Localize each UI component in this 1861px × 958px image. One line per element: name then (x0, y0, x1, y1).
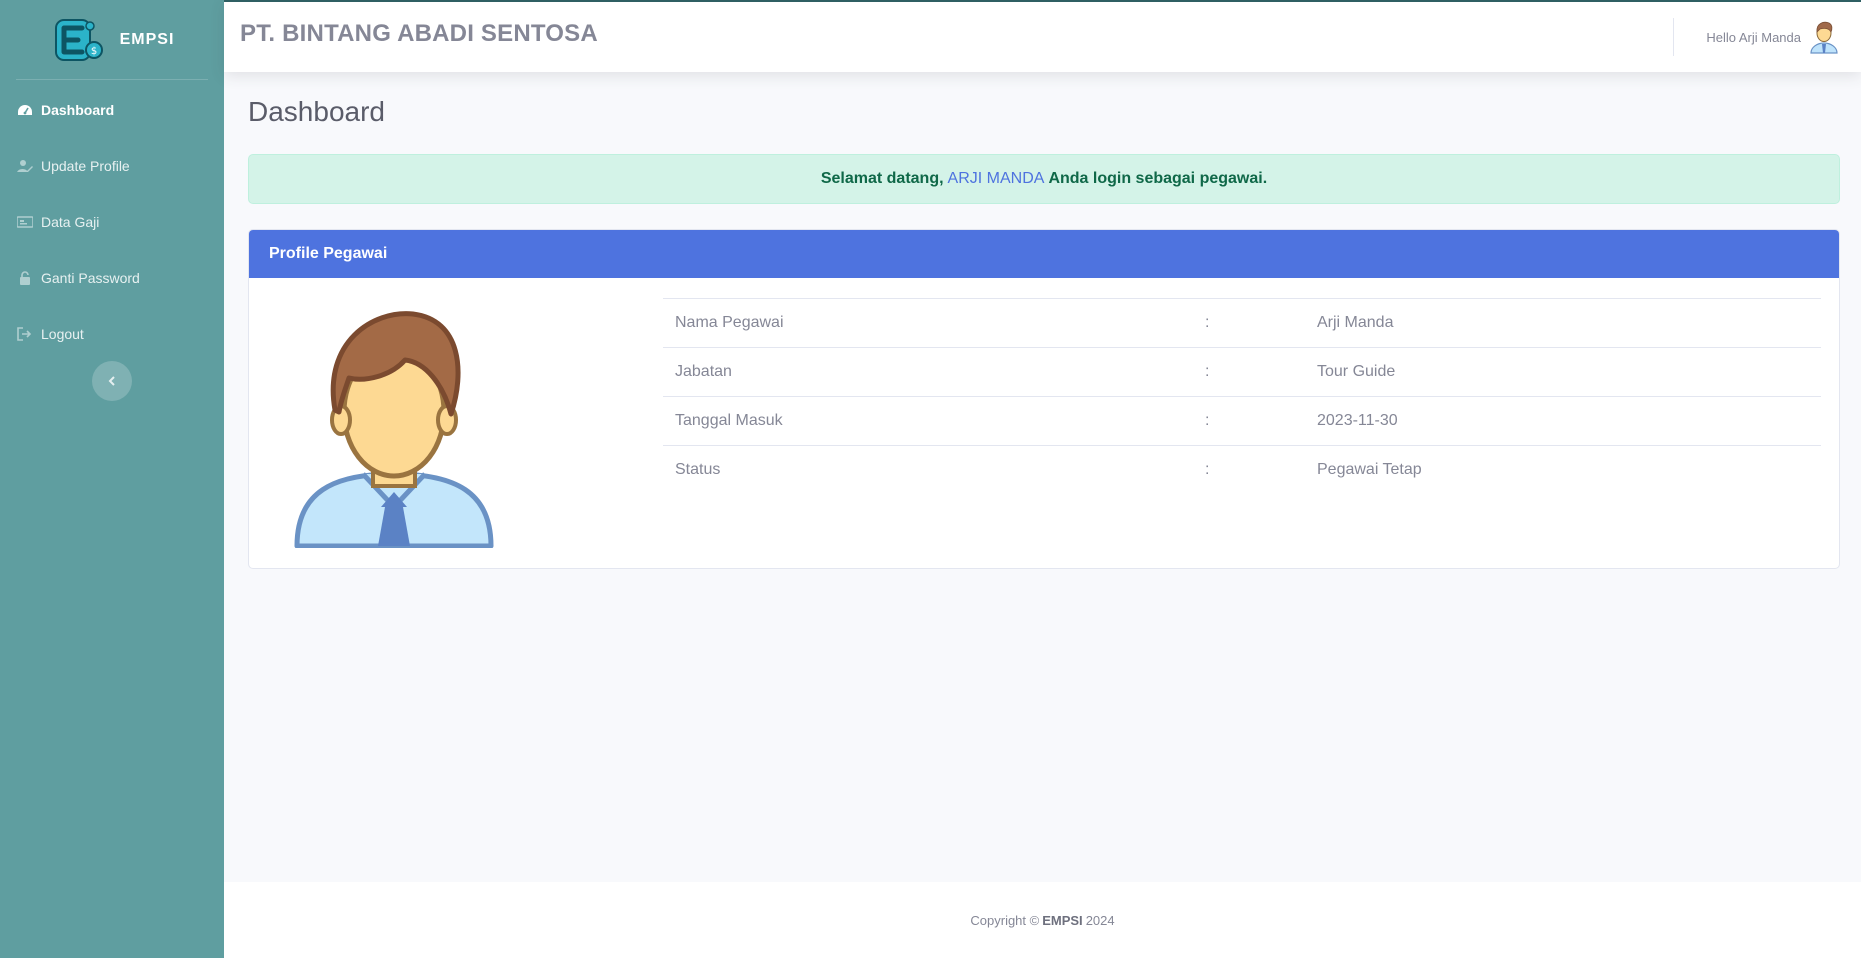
money-icon (16, 215, 34, 229)
avatar (1810, 21, 1838, 54)
sidebar-item-ganti-password[interactable]: Ganti Password (0, 250, 224, 306)
table-row: Jabatan : Tour Guide (663, 347, 1821, 397)
sidebar-item-label: Ganti Password (41, 270, 140, 286)
sidebar-item-label: Logout (41, 326, 84, 342)
sidebar-item-label: Dashboard (41, 102, 115, 118)
svg-text:$: $ (90, 46, 96, 57)
company-name: PT. BINTANG ABADI SENTOSA (240, 20, 598, 47)
row-label: Nama Pegawai (663, 298, 1193, 348)
row-label: Jabatan (663, 347, 1193, 397)
topbar: PT. BINTANG ABADI SENTOSA Hello Arji Man… (224, 0, 1861, 72)
sidebar-item-label: Data Gaji (41, 214, 100, 230)
row-value: Pegawai Tetap (1305, 445, 1821, 495)
row-value: Arji Manda (1305, 298, 1821, 348)
empsi-logo-icon: $ (54, 18, 103, 61)
row-label: Status (663, 445, 1193, 495)
lock-icon (16, 271, 34, 285)
table-row: Status : Pegawai Tetap (663, 445, 1821, 495)
alert-user-name: ARJI MANDA (947, 170, 1045, 187)
user-menu[interactable]: Hello Arji Manda (1706, 20, 1839, 54)
table-row: Nama Pegawai : Arji Manda (663, 298, 1821, 348)
page-title: Dashboard (248, 96, 385, 127)
row-separator: : (1193, 396, 1305, 446)
sidebar-item-label: Update Profile (41, 158, 130, 174)
brand-name: EMPSI (119, 30, 175, 48)
profile-card: Profile Pegawai Nama Pegawai : Arji Mand… (248, 229, 1840, 569)
footer-copyright: Copyright © (970, 912, 1040, 928)
topbar-divider (1673, 18, 1674, 56)
sidebar: $ EMPSI Dashboard Update Profile Data Ga… (0, 0, 224, 958)
row-separator: : (1193, 298, 1305, 348)
sidebar-item-dashboard[interactable]: Dashboard (0, 82, 224, 138)
row-separator: : (1193, 445, 1305, 495)
sidebar-toggle-button[interactable] (92, 361, 132, 401)
row-value: Tour Guide (1305, 347, 1821, 397)
footer-brand: EMPSI (1042, 912, 1083, 928)
user-edit-icon (16, 159, 34, 173)
sidebar-brand[interactable]: $ EMPSI (16, 0, 208, 80)
chevron-left-icon (108, 376, 115, 386)
welcome-alert: Selamat datang, ARJI MANDA Anda login se… (248, 154, 1840, 204)
alert-suffix: Anda login sebagai pegawai. (1048, 170, 1268, 187)
row-value: 2023-11-30 (1305, 396, 1821, 446)
card-header: Profile Pegawai (249, 230, 1839, 278)
sidebar-item-update-profile[interactable]: Update Profile (0, 138, 224, 194)
sidebar-item-data-gaji[interactable]: Data Gaji (0, 194, 224, 250)
alert-prefix: Selamat datang, (820, 170, 944, 187)
employee-avatar (294, 311, 494, 548)
profile-table: Nama Pegawai : Arji Manda Jabatan : Tour… (663, 298, 1821, 495)
row-separator: : (1193, 347, 1305, 397)
user-greeting: Hello Arji Manda (1706, 29, 1801, 45)
footer: Copyright © EMPSI 2024 (224, 882, 1861, 958)
sign-out-icon (16, 327, 34, 341)
tachometer-icon (16, 103, 34, 117)
sidebar-item-logout[interactable]: Logout (0, 306, 224, 362)
footer-year: 2024 (1085, 912, 1115, 928)
table-row: Tanggal Masuk : 2023-11-30 (663, 396, 1821, 446)
row-label: Tanggal Masuk (663, 396, 1193, 446)
